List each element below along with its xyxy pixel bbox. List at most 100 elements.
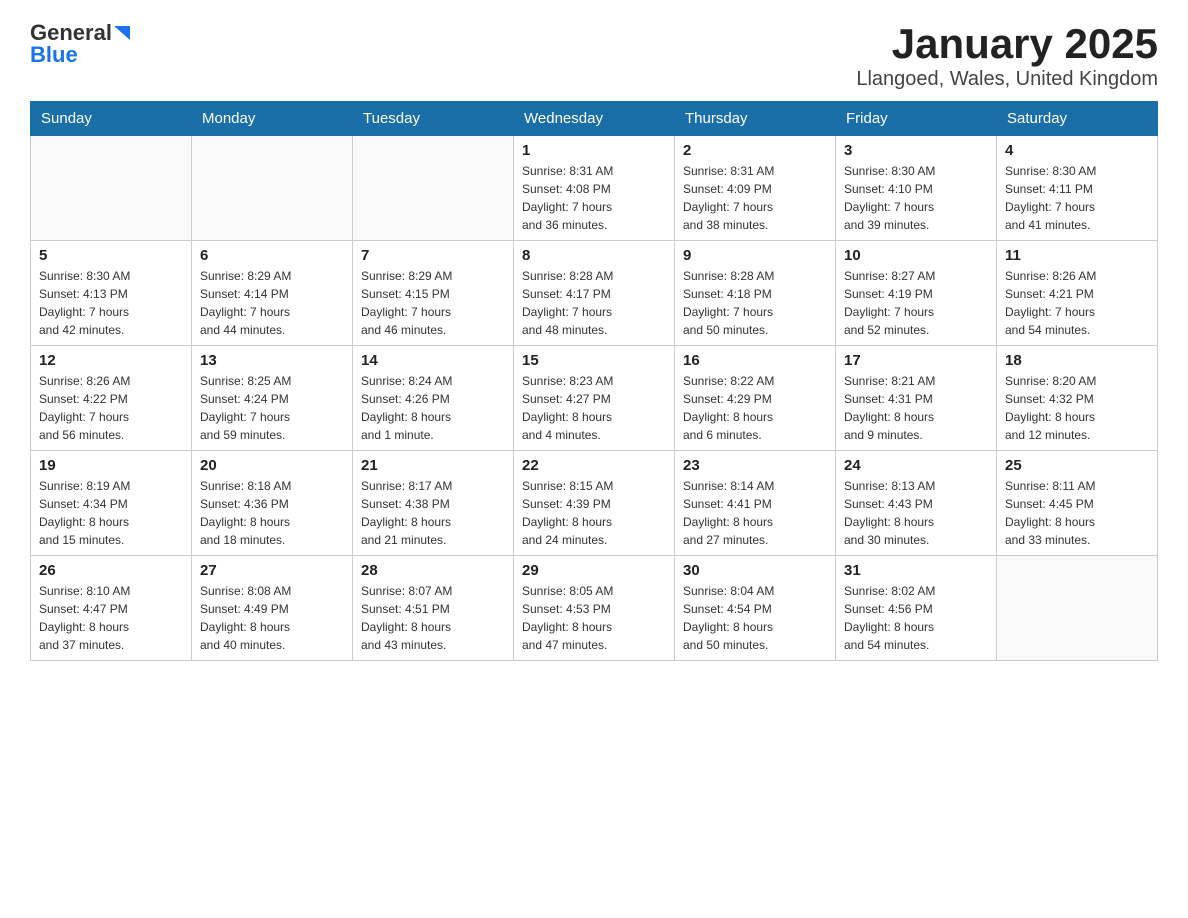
calendar-week-row: 1 Sunrise: 8:31 AM Sunset: 4:08 PM Daylig… bbox=[31, 136, 1158, 241]
day-info: Sunrise: 8:18 AM Sunset: 4:36 PM Dayligh… bbox=[200, 477, 344, 549]
day-number: 29 bbox=[522, 562, 666, 579]
calendar-cell: 26 Sunrise: 8:10 AM Sunset: 4:47 PM Dayli… bbox=[31, 556, 192, 661]
calendar-cell: 19Sunrise: 8:19 AM Sunset: 4:34 PM Dayli… bbox=[31, 451, 192, 556]
day-info: Sunrise: 8:10 AM Sunset: 4:47 PM Dayligh… bbox=[39, 582, 183, 654]
day-info: Sunrise: 8:07 AM Sunset: 4:51 PM Dayligh… bbox=[361, 582, 505, 654]
weekday-header-friday: Friday bbox=[836, 102, 997, 136]
calendar-cell bbox=[997, 556, 1158, 661]
day-info: Sunrise: 8:17 AM Sunset: 4:38 PM Dayligh… bbox=[361, 477, 505, 549]
weekday-header-sunday: Sunday bbox=[31, 102, 192, 136]
day-info: Sunrise: 8:28 AM Sunset: 4:17 PM Dayligh… bbox=[522, 267, 666, 339]
calendar-body: 1 Sunrise: 8:31 AM Sunset: 4:08 PM Daylig… bbox=[31, 136, 1158, 661]
page-title: January 2025 bbox=[856, 20, 1158, 68]
calendar-cell: 5 Sunrise: 8:30 AM Sunset: 4:13 PM Daylig… bbox=[31, 241, 192, 346]
calendar-cell: 3 Sunrise: 8:30 AM Sunset: 4:10 PM Daylig… bbox=[836, 136, 997, 241]
day-info: Sunrise: 8:24 AM Sunset: 4:26 PM Dayligh… bbox=[361, 372, 505, 444]
day-number: 7 bbox=[361, 247, 505, 264]
day-number: 6 bbox=[200, 247, 344, 264]
calendar-cell: 10 Sunrise: 8:27 AM Sunset: 4:19 PM Dayli… bbox=[836, 241, 997, 346]
day-info: Sunrise: 8:23 AM Sunset: 4:27 PM Dayligh… bbox=[522, 372, 666, 444]
day-number: 26 bbox=[39, 562, 183, 579]
calendar-cell: 25 Sunrise: 8:11 AM Sunset: 4:45 PM Dayli… bbox=[997, 451, 1158, 556]
weekday-header-thursday: Thursday bbox=[675, 102, 836, 136]
weekday-header-tuesday: Tuesday bbox=[353, 102, 514, 136]
calendar-cell: 22 Sunrise: 8:15 AM Sunset: 4:39 PM Dayli… bbox=[514, 451, 675, 556]
day-info: Sunrise: 8:30 AM Sunset: 4:10 PM Dayligh… bbox=[844, 162, 988, 234]
day-number: 25 bbox=[1005, 457, 1149, 474]
day-info: Sunrise: 8:11 AM Sunset: 4:45 PM Dayligh… bbox=[1005, 477, 1149, 549]
day-info: Sunrise: 8:30 AM Sunset: 4:13 PM Dayligh… bbox=[39, 267, 183, 339]
day-number: 5 bbox=[39, 247, 183, 264]
day-info: Sunrise: 8:25 AM Sunset: 4:24 PM Dayligh… bbox=[200, 372, 344, 444]
day-info: Sunrise: 8:04 AM Sunset: 4:54 PM Dayligh… bbox=[683, 582, 827, 654]
calendar-cell: 16 Sunrise: 8:22 AM Sunset: 4:29 PM Dayli… bbox=[675, 346, 836, 451]
calendar-cell: 28 Sunrise: 8:07 AM Sunset: 4:51 PM Dayli… bbox=[353, 556, 514, 661]
calendar-cell: 11 Sunrise: 8:26 AM Sunset: 4:21 PM Dayli… bbox=[997, 241, 1158, 346]
day-info: Sunrise: 8:31 AM Sunset: 4:08 PM Dayligh… bbox=[522, 162, 666, 234]
day-info: Sunrise: 8:31 AM Sunset: 4:09 PM Dayligh… bbox=[683, 162, 827, 234]
logo-blue: Blue bbox=[30, 42, 78, 68]
calendar-cell: 23 Sunrise: 8:14 AM Sunset: 4:41 PM Dayli… bbox=[675, 451, 836, 556]
day-number: 10 bbox=[844, 247, 988, 264]
calendar-cell: 24 Sunrise: 8:13 AM Sunset: 4:43 PM Dayli… bbox=[836, 451, 997, 556]
day-info: Sunrise: 8:28 AM Sunset: 4:18 PM Dayligh… bbox=[683, 267, 827, 339]
calendar-cell bbox=[192, 136, 353, 241]
day-number: 8 bbox=[522, 247, 666, 264]
day-info: Sunrise: 8:29 AM Sunset: 4:14 PM Dayligh… bbox=[200, 267, 344, 339]
day-info: Sunrise: 8:26 AM Sunset: 4:21 PM Dayligh… bbox=[1005, 267, 1149, 339]
day-info: Sunrise: 8:27 AM Sunset: 4:19 PM Dayligh… bbox=[844, 267, 988, 339]
day-number: 3 bbox=[844, 142, 988, 159]
calendar-cell: 31 Sunrise: 8:02 AM Sunset: 4:56 PM Dayli… bbox=[836, 556, 997, 661]
weekday-header-wednesday: Wednesday bbox=[514, 102, 675, 136]
day-info: Sunrise: 8:30 AM Sunset: 4:11 PM Dayligh… bbox=[1005, 162, 1149, 234]
day-number: 11 bbox=[1005, 247, 1149, 264]
calendar-week-row: 19Sunrise: 8:19 AM Sunset: 4:34 PM Dayli… bbox=[31, 451, 1158, 556]
day-number: 27 bbox=[200, 562, 344, 579]
calendar-cell: 13Sunrise: 8:25 AM Sunset: 4:24 PM Dayli… bbox=[192, 346, 353, 451]
calendar-week-row: 26 Sunrise: 8:10 AM Sunset: 4:47 PM Dayli… bbox=[31, 556, 1158, 661]
day-number: 1 bbox=[522, 142, 666, 159]
day-number: 23 bbox=[683, 457, 827, 474]
day-number: 22 bbox=[522, 457, 666, 474]
weekday-header-monday: Monday bbox=[192, 102, 353, 136]
calendar-cell: 27 Sunrise: 8:08 AM Sunset: 4:49 PM Dayli… bbox=[192, 556, 353, 661]
calendar-cell: 21 Sunrise: 8:17 AM Sunset: 4:38 PM Dayli… bbox=[353, 451, 514, 556]
calendar-cell: 8 Sunrise: 8:28 AM Sunset: 4:17 PM Daylig… bbox=[514, 241, 675, 346]
calendar-table: SundayMondayTuesdayWednesdayThursdayFrid… bbox=[30, 101, 1158, 661]
calendar-cell bbox=[353, 136, 514, 241]
calendar-week-row: 12Sunrise: 8:26 AM Sunset: 4:22 PM Dayli… bbox=[31, 346, 1158, 451]
day-info: Sunrise: 8:13 AM Sunset: 4:43 PM Dayligh… bbox=[844, 477, 988, 549]
day-number: 16 bbox=[683, 352, 827, 369]
page-header: General Blue January 2025 Llangoed, Wale… bbox=[30, 20, 1158, 91]
weekday-header-saturday: Saturday bbox=[997, 102, 1158, 136]
day-number: 9 bbox=[683, 247, 827, 264]
calendar-cell: 7Sunrise: 8:29 AM Sunset: 4:15 PM Daylig… bbox=[353, 241, 514, 346]
day-info: Sunrise: 8:22 AM Sunset: 4:29 PM Dayligh… bbox=[683, 372, 827, 444]
day-info: Sunrise: 8:14 AM Sunset: 4:41 PM Dayligh… bbox=[683, 477, 827, 549]
calendar-cell: 9 Sunrise: 8:28 AM Sunset: 4:18 PM Daylig… bbox=[675, 241, 836, 346]
day-info: Sunrise: 8:19 AM Sunset: 4:34 PM Dayligh… bbox=[39, 477, 183, 549]
day-number: 17 bbox=[844, 352, 988, 369]
logo-triangle-icon bbox=[114, 26, 130, 40]
calendar-cell: 14Sunrise: 8:24 AM Sunset: 4:26 PM Dayli… bbox=[353, 346, 514, 451]
day-info: Sunrise: 8:26 AM Sunset: 4:22 PM Dayligh… bbox=[39, 372, 183, 444]
day-info: Sunrise: 8:21 AM Sunset: 4:31 PM Dayligh… bbox=[844, 372, 988, 444]
day-number: 24 bbox=[844, 457, 988, 474]
day-info: Sunrise: 8:20 AM Sunset: 4:32 PM Dayligh… bbox=[1005, 372, 1149, 444]
weekday-header-row: SundayMondayTuesdayWednesdayThursdayFrid… bbox=[31, 102, 1158, 136]
day-number: 30 bbox=[683, 562, 827, 579]
day-number: 15 bbox=[522, 352, 666, 369]
calendar-cell: 12Sunrise: 8:26 AM Sunset: 4:22 PM Dayli… bbox=[31, 346, 192, 451]
calendar-cell: 18 Sunrise: 8:20 AM Sunset: 4:32 PM Dayli… bbox=[997, 346, 1158, 451]
day-number: 21 bbox=[361, 457, 505, 474]
day-number: 28 bbox=[361, 562, 505, 579]
day-info: Sunrise: 8:08 AM Sunset: 4:49 PM Dayligh… bbox=[200, 582, 344, 654]
day-number: 18 bbox=[1005, 352, 1149, 369]
day-info: Sunrise: 8:05 AM Sunset: 4:53 PM Dayligh… bbox=[522, 582, 666, 654]
day-number: 31 bbox=[844, 562, 988, 579]
calendar-cell bbox=[31, 136, 192, 241]
calendar-cell: 6 Sunrise: 8:29 AM Sunset: 4:14 PM Daylig… bbox=[192, 241, 353, 346]
day-info: Sunrise: 8:15 AM Sunset: 4:39 PM Dayligh… bbox=[522, 477, 666, 549]
day-info: Sunrise: 8:02 AM Sunset: 4:56 PM Dayligh… bbox=[844, 582, 988, 654]
calendar-cell: 1 Sunrise: 8:31 AM Sunset: 4:08 PM Daylig… bbox=[514, 136, 675, 241]
